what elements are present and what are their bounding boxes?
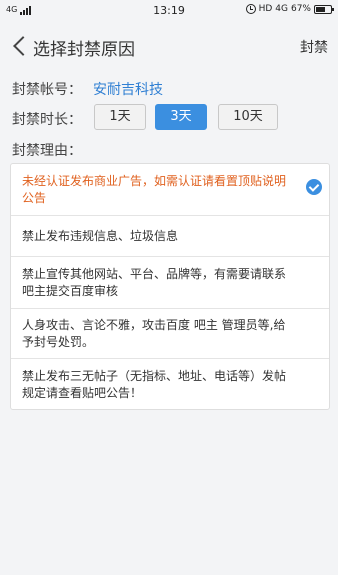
status-right: HD 4G 67% [245, 4, 334, 14]
battery-percent: 67% [290, 4, 311, 14]
duration-option-3-days[interactable]: 3天 [155, 104, 207, 130]
reason-item[interactable]: 未经认证发布商业广告，如需认证请看置顶贴说明公告 [11, 164, 329, 216]
reason-item-text: 人身攻击、言论不雅，攻击百度 吧主 管理员等,给予封号处罚。 [22, 318, 286, 349]
account-value[interactable]: 安耐吉科技 [93, 79, 163, 99]
page-title: 选择封禁原因 [33, 40, 135, 60]
duration-option-1-day[interactable]: 1天 [94, 104, 146, 130]
reason-item-text: 禁止发布违规信息、垃圾信息 [22, 229, 179, 243]
reason-item[interactable]: 禁止宣传其他网站、平台、品牌等，有需要请联系吧主提交百度审核 [11, 257, 329, 309]
reason-label: 封禁理由： [12, 143, 82, 159]
battery-fill [316, 6, 326, 12]
app-bar: 选择封禁原因 封禁 [0, 22, 338, 70]
reason-item[interactable]: 禁止发布违规信息、垃圾信息 [11, 216, 329, 257]
reason-list: 未经认证发布商业广告，如需认证请看置顶贴说明公告 禁止发布违规信息、垃圾信息 禁… [10, 163, 330, 410]
hd-label: HD [258, 4, 273, 14]
ban-button[interactable]: 封禁 [300, 37, 328, 57]
reason-item-text: 未经认证发布商业广告，如需认证请看置顶贴说明公告 [22, 174, 287, 205]
duration-option-10-days[interactable]: 10天 [218, 104, 278, 130]
duration-label: 封禁时长： [12, 112, 82, 128]
network-type-right: 4G [275, 4, 288, 14]
reason-item[interactable]: 人身攻击、言论不雅，攻击百度 吧主 管理员等,给予封号处罚。 [11, 309, 329, 359]
check-circle-icon [306, 179, 322, 195]
reason-item-text: 禁止宣传其他网站、平台、品牌等，有需要请联系吧主提交百度审核 [22, 267, 287, 298]
reason-item[interactable]: 禁止发布三无帖子（无指标、地址、电话等）发帖规定请查看贴吧公告！ [11, 359, 329, 411]
account-label: 封禁帐号： [12, 82, 82, 98]
alarm-icon [245, 4, 256, 14]
reason-item-text: 禁止发布三无帖子（无指标、地址、电话等）发帖规定请查看贴吧公告！ [22, 369, 287, 400]
status-bar: 4G 13:19 HD 4G 67% [0, 0, 338, 22]
back-arrow-icon[interactable] [10, 34, 32, 58]
battery-icon [314, 4, 334, 14]
